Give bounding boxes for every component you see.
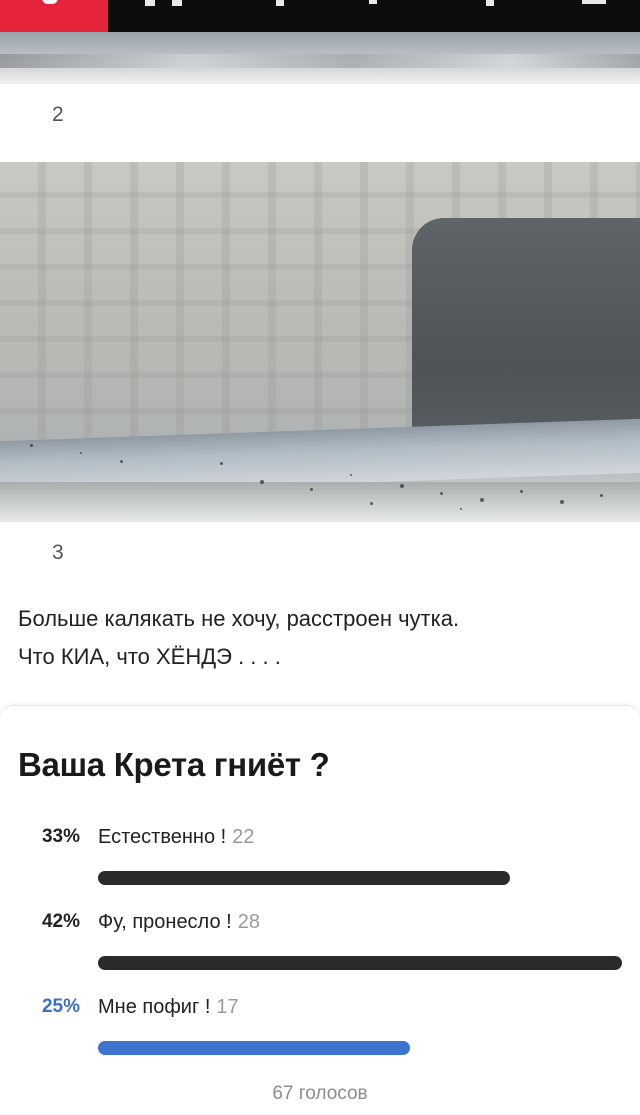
post-text-line-1: Больше калякать не хочу, расстроен чутка… bbox=[18, 606, 460, 631]
poll-option-count: 17 bbox=[216, 996, 239, 1018]
poll-option[interactable]: 42% Фу, пронесло ! 28 bbox=[0, 911, 640, 981]
poll-card: Ваша Крета гниёт ? 33% Естественно ! 22 4… bbox=[0, 705, 640, 1115]
search-icon[interactable] bbox=[369, 0, 377, 4]
poll-title: Ваша Крета гниёт ? bbox=[18, 746, 330, 783]
poll-option-count: 22 bbox=[232, 826, 255, 848]
poll-option-bar bbox=[98, 956, 622, 970]
post-text: Больше калякать не хочу, расстроен чутка… bbox=[18, 600, 618, 676]
hamburger-icon[interactable] bbox=[582, 0, 606, 4]
poll-option-bar bbox=[98, 1041, 410, 1055]
notifications-icon[interactable] bbox=[276, 0, 284, 6]
poll-vote-total: 67 голосов bbox=[272, 1083, 368, 1104]
poll-option[interactable]: 33% Естественно ! 22 bbox=[0, 826, 640, 896]
edit-icon[interactable] bbox=[486, 0, 494, 6]
top-nav-bar bbox=[0, 0, 640, 32]
post-text-line-2: Что КИА, что ХЁНДЭ . . . . bbox=[18, 644, 281, 669]
photo-caption-2: 2 bbox=[52, 103, 64, 126]
post-photo-2[interactable] bbox=[0, 162, 640, 522]
menu-icon[interactable] bbox=[145, 0, 155, 6]
poll-option-selected[interactable]: 25% Мне пофиг ! 17 bbox=[0, 996, 640, 1066]
poll-option-label: Мне пофиг ! bbox=[98, 996, 211, 1018]
poll-option-percent: 25% bbox=[41, 996, 80, 1017]
photo-caption-3: 3 bbox=[52, 541, 64, 564]
poll-option-percent: 42% bbox=[41, 911, 80, 932]
menu-icon-secondary[interactable] bbox=[172, 0, 182, 6]
poll-option-label: Фу, пронесло ! bbox=[98, 911, 232, 933]
poll-option-bar bbox=[98, 871, 510, 885]
site-logo[interactable] bbox=[0, 0, 108, 32]
poll-option-percent: 33% bbox=[41, 826, 80, 847]
post-photo-1[interactable] bbox=[0, 32, 640, 84]
poll-option-count: 28 bbox=[237, 911, 260, 933]
poll-option-label: Естественно ! bbox=[98, 826, 227, 848]
